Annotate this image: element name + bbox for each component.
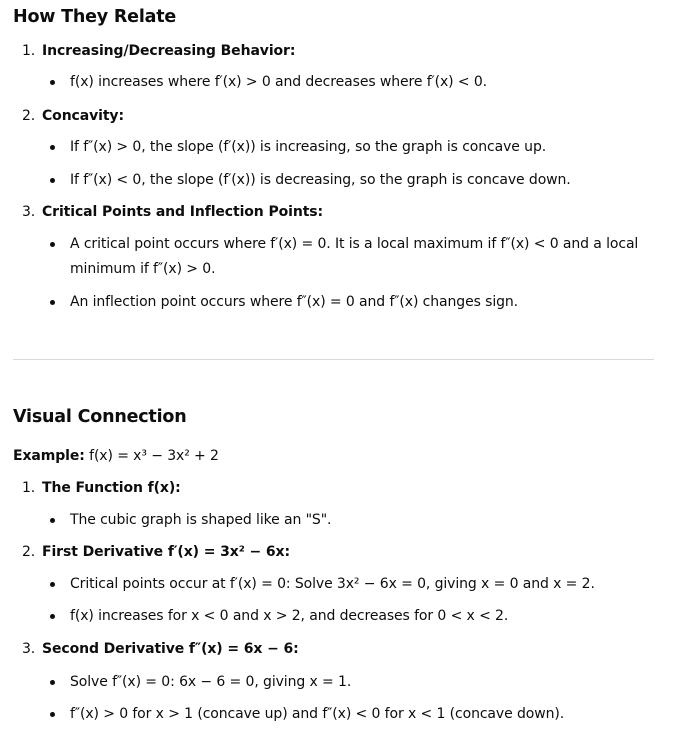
bullet-dot [50, 178, 55, 183]
visual-item-3-bullet-2: f″(x) > 0 for x > 1 (concave up) and f″(… [70, 706, 565, 722]
list-item-3-bullet-2: An inflection point occurs where f″(x) =… [70, 294, 519, 310]
list-item-2-bullet-2: If f″(x) < 0, the slope (f′(x)) is decre… [70, 172, 571, 188]
visual-item-3-title: Second Derivative f″(x) = 6x − 6: [42, 641, 299, 657]
bullet-dot [50, 582, 55, 587]
list-item-2-bullet-1: If f″(x) > 0, the slope (f′(x)) is incre… [70, 139, 547, 155]
bullet-dot [50, 680, 55, 685]
visual-item-3-bullet-1: Solve f″(x) = 0: 6x − 6 = 0, giving x = … [70, 674, 352, 690]
bullet-dot [50, 145, 55, 150]
list-item-2-title: Concavity: [42, 108, 124, 124]
bullet-dot [50, 242, 55, 247]
bullet-dot [50, 614, 55, 619]
bullet-dot [50, 80, 55, 85]
visual-item-3-number: 3. [22, 641, 36, 657]
example-label: Example: [13, 448, 85, 464]
list-item-1-bullet-1: f(x) increases where f′(x) > 0 and decre… [70, 74, 488, 90]
bullet-dot [50, 300, 55, 305]
list-item-3-title: Critical Points and Inflection Points: [42, 204, 324, 220]
section-divider [13, 359, 654, 360]
example-expression: f(x) = x³ − 3x² + 2 [89, 448, 219, 464]
list-item-3-bullet-1-line-1: A critical point occurs where f′(x) = 0.… [70, 236, 639, 252]
visual-item-2-bullet-2: f(x) increases for x < 0 and x > 2, and … [70, 608, 509, 624]
visual-item-1-number: 1. [22, 480, 36, 496]
visual-item-2-number: 2. [22, 544, 36, 560]
visual-item-2-title: First Derivative f′(x) = 3x² − 6x: [42, 544, 290, 560]
bullet-dot [50, 712, 55, 717]
list-item-2-number: 2. [22, 108, 36, 124]
document-page: How They Relate 1. Increasing/Decreasing… [0, 0, 676, 743]
section-title-how-they-relate: How They Relate [13, 7, 177, 27]
list-item-3-bullet-1-line-2: minimum if f″(x) > 0. [70, 261, 216, 277]
list-item-3-number: 3. [22, 204, 36, 220]
list-item-1-number: 1. [22, 43, 36, 59]
visual-item-1-title: The Function f(x): [42, 480, 181, 496]
example-line: Example: f(x) = x³ − 3x² + 2 [13, 446, 219, 466]
bullet-dot [50, 518, 55, 523]
visual-item-1-bullet-1: The cubic graph is shaped like an "S". [70, 512, 332, 528]
visual-item-2-bullet-1: Critical points occur at f′(x) = 0: Solv… [70, 576, 595, 592]
list-item-1-title: Increasing/Decreasing Behavior: [42, 43, 296, 59]
section-title-visual-connection: Visual Connection [13, 407, 187, 427]
